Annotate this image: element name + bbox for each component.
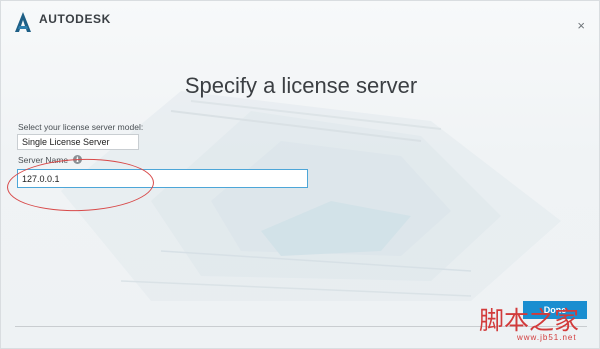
watermark-url: www.jb51.net bbox=[517, 333, 577, 342]
close-icon[interactable]: × bbox=[577, 19, 585, 32]
brand-name: AUTODESK bbox=[39, 12, 111, 26]
page-title: Specify a license server bbox=[184, 73, 418, 98]
watermark-text: 脚本之家 bbox=[479, 306, 580, 335]
license-model-select[interactable]: Single License Server bbox=[17, 134, 139, 150]
license-model-label: Select your license server model: bbox=[18, 122, 144, 132]
installer-window: AUTODESK × Specify a license server Sele… bbox=[0, 0, 600, 349]
site-watermark: 脚本之家 www.jb51.net bbox=[479, 301, 599, 347]
autodesk-a-icon bbox=[15, 12, 31, 32]
